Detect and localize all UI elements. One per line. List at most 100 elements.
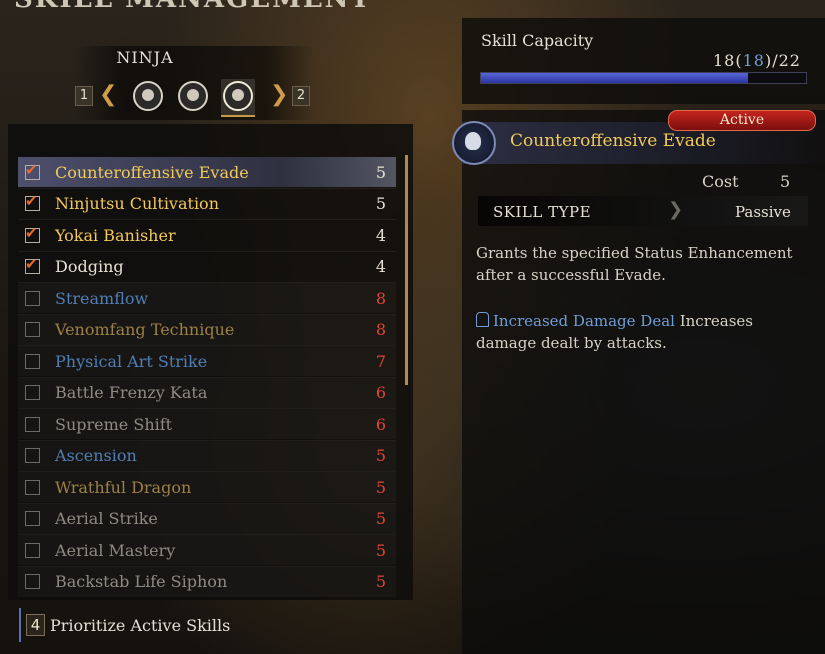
skill-name: Ninjutsu Cultivation bbox=[55, 194, 219, 213]
capacity-max: 22 bbox=[778, 51, 801, 70]
skill-cost: 8 bbox=[375, 288, 387, 308]
skill-name: Supreme Shift bbox=[55, 414, 173, 434]
checkbox-checked-icon[interactable] bbox=[25, 161, 40, 180]
prioritize-active-skills-button[interactable]: 4 Prioritize Active Skills bbox=[26, 614, 230, 636]
skill-row[interactable]: Streamflow 8 bbox=[18, 283, 396, 313]
screen-title: SKILL MANAGEMENT bbox=[14, 0, 372, 14]
row-divider bbox=[18, 219, 396, 220]
row-divider bbox=[18, 187, 396, 189]
row-divider bbox=[18, 408, 396, 409]
checkbox-empty-icon[interactable] bbox=[25, 290, 40, 306]
skill-detail-title: Counteroffensive Evade bbox=[510, 131, 716, 151]
skill-capacity-value: 18(18)/22 bbox=[713, 51, 801, 70]
checkbox-empty-icon[interactable] bbox=[25, 416, 40, 432]
checkbox-empty-icon[interactable] bbox=[25, 479, 40, 495]
checkbox-checked-icon[interactable] bbox=[25, 224, 40, 243]
skill-row[interactable]: Counteroffensive Evade 5 bbox=[18, 157, 396, 187]
skill-row[interactable]: Venomfang Technique 8 bbox=[18, 315, 396, 345]
row-divider bbox=[18, 282, 396, 283]
capacity-used: 18 bbox=[713, 51, 736, 70]
row-divider bbox=[18, 250, 396, 252]
skill-name: Counteroffensive Evade bbox=[55, 162, 249, 182]
skill-cost: 4 bbox=[375, 257, 387, 276]
prioritize-accent bbox=[19, 608, 21, 642]
active-status-badge: Active bbox=[668, 110, 816, 131]
row-divider bbox=[18, 502, 396, 504]
skill-cost: 5 bbox=[375, 162, 387, 182]
skill-cost: 7 bbox=[375, 351, 387, 371]
checkbox-empty-icon[interactable] bbox=[25, 385, 40, 400]
skill-effect: Increased Damage Deal Increases damage d… bbox=[476, 310, 806, 354]
skill-row[interactable]: Physical Art Strike 7 bbox=[18, 346, 396, 376]
skill-name: Physical Art Strike bbox=[55, 351, 208, 371]
skill-row[interactable]: Aerial Mastery 5 bbox=[18, 535, 396, 565]
checkbox-empty-icon[interactable] bbox=[25, 574, 40, 589]
skill-name: Yokai Banisher bbox=[55, 225, 176, 245]
skill-cost: 5 bbox=[375, 446, 387, 465]
skill-row[interactable]: Ninjutsu Cultivation 5 bbox=[18, 189, 396, 219]
skill-row[interactable]: Backstab Life Siphon 5 bbox=[18, 567, 396, 597]
checkbox-checked-icon[interactable] bbox=[25, 192, 40, 211]
checkbox-empty-icon[interactable] bbox=[25, 353, 40, 369]
skill-cost-value: 5 bbox=[780, 172, 791, 191]
skill-cost: 5 bbox=[375, 194, 387, 213]
skill-name: Dodging bbox=[55, 257, 124, 276]
skill-name: Streamflow bbox=[55, 288, 149, 308]
skill-capacity-fill bbox=[481, 73, 748, 83]
skill-row[interactable]: Supreme Shift 6 bbox=[18, 409, 396, 439]
effect-name-link[interactable]: Increased Damage Deal bbox=[493, 312, 675, 330]
row-divider bbox=[18, 534, 396, 535]
skill-row[interactable]: Battle Frenzy Kata 6 bbox=[18, 378, 396, 408]
skill-cost: 5 bbox=[375, 572, 387, 591]
skill-cost: 8 bbox=[375, 320, 387, 339]
skill-cost: 6 bbox=[375, 383, 387, 402]
skill-name: Battle Frenzy Kata bbox=[55, 383, 208, 402]
skill-capacity-bar bbox=[480, 72, 807, 84]
skill-cost: 5 bbox=[375, 477, 387, 497]
checkbox-checked-icon[interactable] bbox=[25, 255, 40, 274]
next-class-arrow-icon[interactable]: ❯ bbox=[270, 84, 288, 106]
skill-row[interactable]: Ascension 5 bbox=[18, 441, 396, 471]
skill-row[interactable]: Aerial Strike 5 bbox=[18, 504, 396, 534]
next-class-key-hint: 2 bbox=[292, 86, 310, 106]
row-divider bbox=[18, 313, 396, 315]
prioritize-label: Prioritize Active Skills bbox=[50, 615, 231, 635]
class-icon-3[interactable] bbox=[223, 81, 253, 111]
double-chevron-icon: ❯ bbox=[668, 199, 684, 220]
row-divider bbox=[18, 376, 396, 378]
class-icon-2[interactable] bbox=[178, 81, 208, 111]
prev-class-arrow-icon[interactable]: ❮ bbox=[99, 84, 117, 106]
checkbox-empty-icon[interactable] bbox=[25, 322, 40, 337]
skill-cost: 5 bbox=[375, 509, 387, 528]
skill-row[interactable]: Yokai Banisher 4 bbox=[18, 220, 396, 250]
skill-row[interactable]: Dodging 4 bbox=[18, 252, 396, 282]
ninja-skill-icon bbox=[452, 121, 496, 165]
skill-capacity-label: Skill Capacity bbox=[481, 31, 594, 50]
prioritize-key-hint: 4 bbox=[26, 614, 45, 636]
skill-cost: 4 bbox=[375, 225, 387, 245]
skill-name: Aerial Mastery bbox=[55, 540, 176, 560]
class-icon-1[interactable] bbox=[133, 81, 163, 111]
skill-name: Aerial Strike bbox=[55, 509, 158, 528]
class-name: NINJA bbox=[116, 48, 174, 67]
checkbox-empty-icon[interactable] bbox=[25, 542, 40, 558]
row-divider bbox=[18, 439, 396, 441]
checkbox-empty-icon[interactable] bbox=[25, 511, 40, 526]
skill-cost-label: Cost bbox=[702, 172, 739, 191]
skill-detail-panel bbox=[462, 110, 825, 654]
skill-type-label: SKILL TYPE bbox=[493, 203, 592, 221]
prev-class-key-hint: 1 bbox=[75, 86, 93, 106]
skill-name: Backstab Life Siphon bbox=[55, 572, 228, 591]
skill-list-scrollbar[interactable] bbox=[405, 155, 408, 385]
capacity-used-detail: 18 bbox=[742, 51, 765, 70]
row-divider bbox=[18, 565, 396, 567]
skill-name: Venomfang Technique bbox=[55, 320, 235, 339]
skill-name: Ascension bbox=[55, 446, 137, 465]
row-divider bbox=[18, 345, 396, 346]
row-divider bbox=[18, 471, 396, 472]
skill-row[interactable]: Wrathful Dragon 5 bbox=[18, 472, 396, 502]
skill-type-value: Passive bbox=[735, 203, 791, 221]
checkbox-empty-icon[interactable] bbox=[25, 448, 40, 463]
skill-cost: 5 bbox=[375, 540, 387, 560]
skill-description: Grants the specified Status Enhancement … bbox=[476, 244, 793, 284]
